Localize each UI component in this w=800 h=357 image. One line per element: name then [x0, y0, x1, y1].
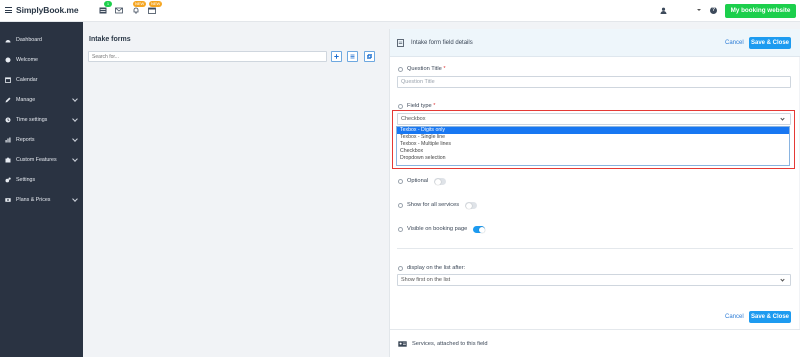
chevron-down-icon — [72, 196, 78, 202]
sidebar-item-label: Settings — [16, 176, 36, 183]
field-details-panel: Intake form field details Cancel Save & … — [389, 29, 800, 357]
chevron-down-icon — [780, 115, 785, 121]
sidebar-item-label: Dashboard — [16, 36, 42, 43]
puzzle-icon — [5, 157, 11, 163]
chevron-down-icon — [72, 136, 78, 142]
help-circle-icon[interactable] — [398, 179, 403, 184]
tasks-icon[interactable] — [99, 7, 107, 14]
help-icon[interactable]: ? — [710, 7, 717, 14]
optional-toggle[interactable] — [434, 178, 446, 185]
dashboard-icon — [5, 40, 11, 43]
chevron-down-icon — [72, 96, 78, 102]
sidebar-item-calendar[interactable]: Calendar — [0, 72, 83, 88]
panel-title: Intake form field details — [411, 40, 473, 46]
sidebar-item-label: Custom Features — [16, 156, 57, 163]
cancel-link-bottom[interactable]: Cancel — [725, 314, 744, 320]
logo[interactable]: SimplyBook.me — [16, 5, 79, 15]
services-attached-section[interactable]: Services, attached to this field — [390, 329, 800, 357]
money-icon — [5, 198, 11, 202]
list-view-button[interactable] — [347, 51, 358, 62]
calendar-icon — [5, 77, 11, 83]
chevron-down-icon — [72, 116, 78, 122]
help-circle-icon[interactable] — [398, 203, 403, 208]
top-bar: SimplyBook.me 1 NEW NEW ? My booking web… — [0, 0, 800, 22]
sidebar-item-label: Welcome — [16, 56, 38, 63]
clock-icon — [5, 117, 11, 123]
sidebar-item-plans-prices[interactable]: Plans & Prices — [0, 192, 83, 208]
question-title-input[interactable]: Question Title — [397, 76, 791, 88]
sidebar-item-welcome[interactable]: Welcome — [0, 52, 83, 68]
copy-button[interactable] — [364, 51, 375, 62]
chevron-down-icon — [780, 276, 785, 282]
gears-icon — [5, 177, 11, 183]
copy-icon — [367, 54, 372, 59]
sidebar-item-label: Time settings — [16, 116, 48, 123]
sidebar-item-settings[interactable]: Settings — [0, 172, 83, 188]
visible-booking-toggle[interactable] — [473, 226, 485, 233]
field-type-value: Checkbox — [401, 116, 426, 122]
services-attached-label: Services, attached to this field — [412, 341, 488, 347]
id-card-icon — [398, 341, 407, 347]
show-all-services-label: Show for all services — [407, 202, 460, 208]
mail-icon[interactable] — [115, 7, 123, 14]
option-digits-only[interactable]: Texbox - Digits only — [397, 127, 789, 134]
divider — [397, 248, 793, 249]
display-after-label: display on the list after: — [407, 265, 466, 271]
help-circle-icon[interactable] — [398, 266, 403, 271]
my-booking-website-button[interactable]: My booking website — [725, 4, 796, 18]
panel-header: Intake form field details Cancel Save & … — [390, 29, 800, 57]
user-menu-chevron-icon[interactable] — [697, 9, 701, 11]
display-after-value: Show first on the list — [401, 277, 451, 283]
field-type-label: Field type * — [407, 103, 436, 109]
field-type-select[interactable]: Checkbox — [397, 113, 791, 125]
user-icon[interactable] — [660, 7, 667, 14]
calendar-top-icon[interactable] — [148, 7, 156, 14]
sidebar-item-label: Calendar — [16, 76, 38, 83]
sidebar-item-manage[interactable]: Manage — [0, 92, 83, 108]
save-close-button[interactable]: Save & Close — [749, 37, 791, 49]
sidebar-item-dashboard[interactable]: Dashboard — [0, 32, 83, 48]
option-multiple-lines[interactable]: Texbox - Multiple lines — [397, 141, 789, 148]
optional-label: Optional — [407, 178, 429, 184]
document-icon — [397, 39, 404, 47]
notifications-badge: NEW — [133, 1, 147, 7]
display-after-select[interactable]: Show first on the list — [397, 274, 791, 286]
sidebar-item-label: Manage — [16, 96, 36, 103]
chart-icon — [5, 137, 11, 143]
tasks-badge: 1 — [104, 1, 112, 7]
cancel-link[interactable]: Cancel — [725, 40, 744, 46]
list-icon — [350, 54, 355, 59]
option-single-line[interactable]: Texbox - Single line — [397, 134, 789, 141]
page-title: Intake forms — [89, 36, 131, 43]
field-type-dropdown-list: Texbox - Digits only Texbox - Single lin… — [396, 126, 790, 166]
sidebar: Dashboard Welcome Calendar Manage Time s… — [0, 22, 83, 357]
search-input[interactable] — [88, 51, 327, 62]
welcome-icon — [5, 57, 11, 63]
question-title-label: Question Title * — [407, 66, 446, 72]
menu-icon[interactable] — [5, 7, 12, 14]
plus-icon — [334, 54, 339, 59]
bell-icon[interactable] — [132, 7, 140, 14]
sidebar-item-label: Plans & Prices — [16, 196, 51, 203]
help-circle-icon[interactable] — [398, 104, 403, 109]
option-checkbox[interactable]: Checkbox — [397, 148, 789, 155]
calendar-badge: NEW — [149, 1, 163, 7]
help-circle-icon[interactable] — [398, 227, 403, 232]
chevron-down-icon — [72, 156, 78, 162]
save-close-button-bottom[interactable]: Save & Close — [749, 311, 791, 323]
sidebar-item-label: Reports — [16, 136, 35, 143]
sidebar-item-custom-features[interactable]: Custom Features — [0, 152, 83, 168]
visible-booking-label: Visible on booking page — [407, 226, 468, 232]
help-circle-icon[interactable] — [398, 67, 403, 72]
option-dropdown-selection[interactable]: Dropdown selection — [397, 155, 789, 162]
sidebar-item-reports[interactable]: Reports — [0, 132, 83, 148]
show-all-services-toggle[interactable] — [465, 202, 477, 209]
pencil-icon — [5, 97, 11, 103]
sidebar-item-time-settings[interactable]: Time settings — [0, 112, 83, 128]
add-button[interactable] — [331, 51, 342, 62]
